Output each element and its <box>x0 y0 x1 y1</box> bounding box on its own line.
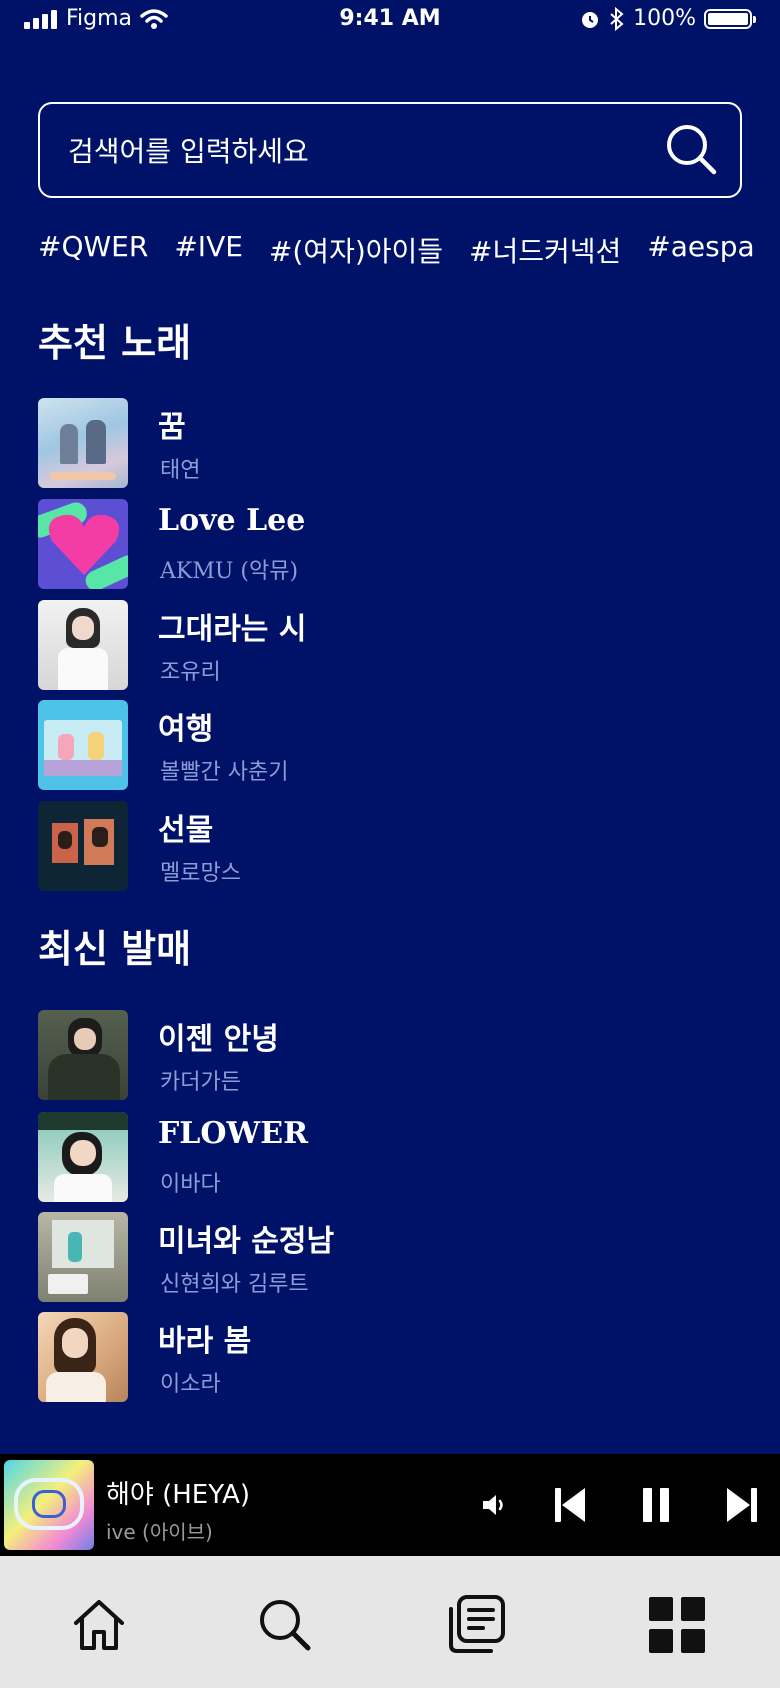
status-bar: Figma 9:41 AM 100% <box>0 0 780 44</box>
previous-icon[interactable] <box>550 1454 590 1556</box>
song-artist: 신현희와 김루트 <box>160 1272 309 1297</box>
song-artist: 이바다 <box>160 1172 221 1197</box>
status-right: 100% <box>579 6 756 31</box>
song-item[interactable]: 바라 봄 이소라 <box>38 1312 738 1402</box>
song-artist: 볼빨간 사춘기 <box>160 760 289 785</box>
album-cover <box>38 398 128 488</box>
album-cover <box>38 1212 128 1302</box>
song-artist: 카더가든 <box>160 1070 241 1095</box>
song-title: 여행 <box>158 712 214 747</box>
search-input[interactable] <box>66 104 670 198</box>
song-artist: AKMU (악뮤) <box>160 559 299 584</box>
player-album-cover <box>4 1460 94 1550</box>
song-title: 바라 봄 <box>158 1324 252 1359</box>
latest-section-title: 최신 발매 <box>38 926 192 971</box>
home-icon[interactable] <box>64 1590 134 1660</box>
song-title: 이젠 안녕 <box>158 1022 279 1057</box>
album-cover <box>38 600 128 690</box>
album-cover <box>38 1312 128 1402</box>
search-bar[interactable] <box>38 102 742 198</box>
song-item[interactable]: 여행 볼빨간 사춘기 <box>38 700 738 790</box>
album-cover <box>38 1112 128 1202</box>
song-item[interactable]: Love Lee AKMU (악뮤) <box>38 499 738 589</box>
song-item[interactable]: 이젠 안녕 카더가든 <box>38 1010 738 1100</box>
library-icon[interactable] <box>440 1590 510 1660</box>
next-icon[interactable] <box>722 1454 762 1556</box>
pause-icon[interactable] <box>636 1454 676 1556</box>
song-title: Love Lee <box>158 503 306 538</box>
battery-percent: 100% <box>633 6 696 31</box>
mini-player[interactable]: 해야 (HEYA) ive (아이브) <box>0 1454 780 1556</box>
song-artist: 이소라 <box>160 1372 221 1397</box>
tab-bar <box>0 1556 780 1688</box>
player-song-title: 해야 (HEYA) <box>106 1480 251 1510</box>
battery-icon <box>704 8 756 29</box>
album-cover <box>38 1010 128 1100</box>
hashtag-aespa[interactable]: #aespa <box>647 230 754 270</box>
song-artist: 멜로망스 <box>160 861 241 886</box>
song-item[interactable]: 미녀와 순정남 신현희와 김루트 <box>38 1212 738 1302</box>
search-icon[interactable] <box>664 122 720 178</box>
grid-icon[interactable] <box>642 1590 712 1660</box>
hashtag-list: #QWER #IVE #(여자)아이들 #너드커넥션 #aespa <box>38 230 758 270</box>
hashtag-nerd-connection[interactable]: #너드커넥션 <box>469 230 621 270</box>
album-cover <box>38 499 128 589</box>
song-item[interactable]: 꿈 태연 <box>38 398 738 488</box>
song-item[interactable]: 그대라는 시 조유리 <box>38 600 738 690</box>
song-artist: 태연 <box>160 458 201 483</box>
hashtag-qwer[interactable]: #QWER <box>38 230 148 270</box>
album-cover <box>38 700 128 790</box>
search-icon[interactable] <box>250 1590 320 1660</box>
alarm-icon <box>582 11 599 28</box>
volume-icon[interactable] <box>476 1454 512 1556</box>
song-item[interactable]: 선물 멜로망스 <box>38 801 738 891</box>
song-title: 선물 <box>158 813 214 848</box>
hashtag-ive[interactable]: #IVE <box>174 230 243 270</box>
song-title: 꿈 <box>158 410 186 445</box>
song-title: 미녀와 순정남 <box>158 1224 335 1259</box>
player-song-artist: ive (아이브) <box>106 1520 213 1544</box>
recommended-section-title: 추천 노래 <box>38 320 192 365</box>
hashtag-gidle[interactable]: #(여자)아이들 <box>269 230 443 270</box>
song-artist: 조유리 <box>160 660 221 685</box>
song-item[interactable]: FLOWER 이바다 <box>38 1112 738 1202</box>
bluetooth-icon <box>610 6 624 31</box>
album-cover <box>38 801 128 891</box>
song-title: 그대라는 시 <box>158 612 307 647</box>
song-title: FLOWER <box>158 1116 309 1151</box>
